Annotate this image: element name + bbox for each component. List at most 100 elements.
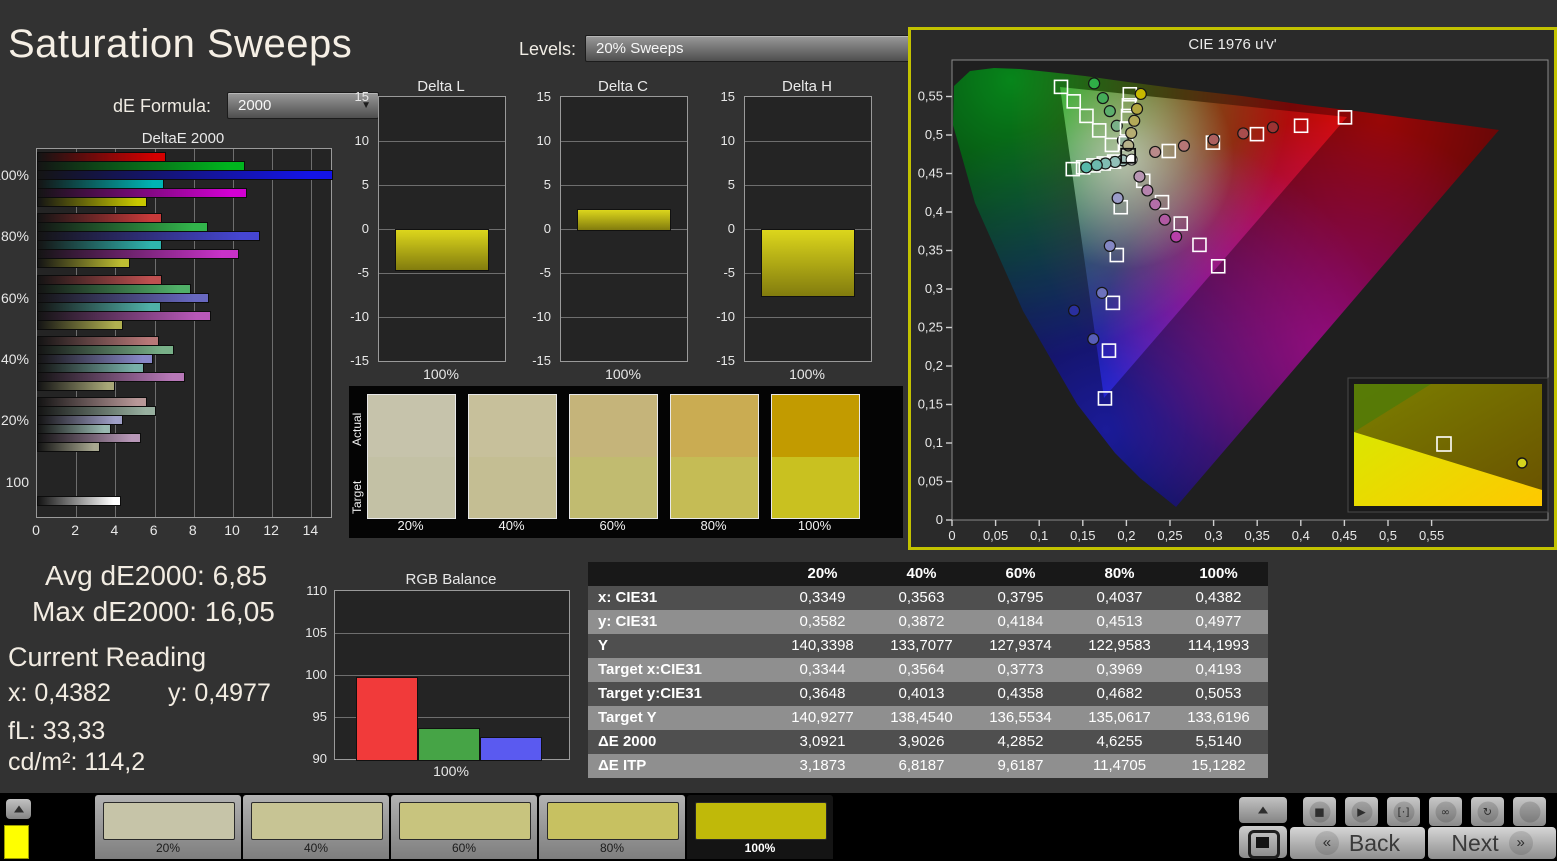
continuous-loop-icon: ∞	[1435, 801, 1456, 822]
rgb-balance-title: RGB Balance	[334, 571, 568, 588]
tile-swatch	[695, 802, 827, 840]
value-cell: 3,0921	[773, 730, 872, 754]
group-label: 60%	[1, 290, 29, 306]
page-title: Saturation Sweeps	[8, 22, 352, 67]
chevron-right-icon: »	[1509, 831, 1533, 855]
delta-bar	[761, 229, 855, 297]
actual-swatch	[671, 395, 758, 457]
x-tick-label: 4	[110, 522, 118, 538]
delta-l-chart: Delta L 151050-5-10-15 100%	[346, 78, 508, 380]
value-cell: 0,3648	[773, 682, 872, 706]
x-tick-label: 6	[150, 522, 158, 538]
y-tick-label: 95	[313, 709, 327, 724]
measurement-table: 20%40%60%80%100%x: CIE310,33490,35630,37…	[588, 562, 1268, 778]
triangle-up-icon	[1258, 807, 1268, 814]
refresh-button[interactable]: ↻	[1471, 797, 1504, 826]
table-row: Target Y140,9277138,4540136,5534135,0617…	[588, 706, 1268, 730]
gridline	[745, 185, 871, 186]
row-label-cell: ΔE ITP	[588, 754, 773, 778]
gridline	[561, 185, 687, 186]
gridline	[272, 149, 273, 517]
y-tick-label: -10	[350, 309, 369, 324]
svg-text:0,5: 0,5	[1379, 528, 1397, 543]
cie-diagram: 00,050,10,150,20,250,30,350,40,450,50,55…	[911, 30, 1554, 547]
stop-measure-button[interactable]	[1239, 826, 1287, 858]
y-tick-label: 15	[537, 89, 551, 104]
svg-text:0,35: 0,35	[1245, 528, 1270, 543]
target-swatch	[368, 457, 455, 519]
inset-measured-point	[1517, 458, 1527, 468]
y-tick-label: -5	[723, 265, 735, 280]
y-tick-label: -10	[532, 309, 551, 324]
value-cell: 0,4184	[971, 610, 1070, 634]
y-tick-label: -15	[716, 353, 735, 368]
de-formula-label: dE Formula:	[113, 96, 211, 117]
y-tick-label: 15	[721, 89, 735, 104]
tile-label: 100%	[687, 841, 833, 855]
level-tile-100%[interactable]: 100%	[687, 795, 833, 859]
y-tick-label: -10	[716, 309, 735, 324]
next-button[interactable]: Next »	[1428, 827, 1556, 859]
value-cell: 0,4682	[1070, 682, 1169, 706]
green-bar	[418, 728, 480, 761]
tile-label: 40%	[243, 841, 389, 855]
y-tick-label: 15	[355, 89, 369, 104]
value-cell: 4,6255	[1070, 730, 1169, 754]
row-label-cell: Target y:CIE31	[588, 682, 773, 706]
level-tile-40%[interactable]: 40%	[243, 795, 389, 859]
continuous-loop-button[interactable]: ∞	[1429, 797, 1462, 826]
table-row: ΔE ITP3,18736,81879,618711,470515,1282	[588, 754, 1268, 778]
svg-text:0,05: 0,05	[918, 474, 943, 489]
x-tick-label: 2	[71, 522, 79, 538]
value-cell: 140,3398	[773, 634, 872, 658]
row-label-cell: x: CIE31	[588, 586, 773, 610]
deltae2000-plot	[36, 148, 332, 518]
cie-1976-panel[interactable]: CIE 1976 u'v'	[908, 27, 1557, 550]
levels-dropdown[interactable]: 20% Sweeps ▼	[585, 35, 934, 62]
gridline	[379, 141, 505, 142]
actual-row-label: Actual	[350, 396, 364, 462]
current-color-chip	[4, 825, 29, 859]
value-cell: 0,5053	[1169, 682, 1268, 706]
row-label-cell: ΔE 2000	[588, 730, 773, 754]
svg-text:0,2: 0,2	[1117, 528, 1135, 543]
delta-c-plot	[560, 96, 688, 362]
delta-h-plot	[744, 96, 872, 362]
delta-c-x-label: 100%	[560, 366, 686, 382]
swatch-60%	[569, 394, 658, 519]
y-tick-label: 10	[355, 133, 369, 148]
de-bar	[37, 320, 123, 330]
cie-zoom-inset	[1348, 378, 1548, 512]
level-tile-60%[interactable]: 60%	[391, 795, 537, 859]
levels-label: Levels:	[519, 39, 576, 60]
value-cell: 133,6196	[1169, 706, 1268, 730]
triangle-up-icon	[14, 806, 24, 813]
row-label-cell: Target Y	[588, 706, 773, 730]
x-tick-label: 10	[224, 522, 240, 538]
value-cell: 9,6187	[971, 754, 1070, 778]
single-measure-button[interactable]: [·]	[1387, 797, 1420, 826]
play-button[interactable]: ▶	[1345, 797, 1378, 826]
value-cell: 0,3969	[1070, 658, 1169, 682]
single-measure-icon: [·]	[1393, 801, 1414, 822]
stop-button[interactable]: ■	[1303, 797, 1336, 826]
back-button[interactable]: « Back	[1290, 827, 1425, 859]
svg-text:0,55: 0,55	[1419, 528, 1444, 543]
gridline	[561, 141, 687, 142]
level-tile-20%[interactable]: 20%	[95, 795, 241, 859]
bottom-bar: 20%40%60%80%100% ■ ▶ [·] ∞ ↻ « Back Next »	[0, 793, 1557, 861]
y-tick-label: -15	[350, 353, 369, 368]
record-icon	[1519, 801, 1540, 822]
svg-text:0,1: 0,1	[925, 435, 943, 450]
record-button[interactable]	[1513, 797, 1546, 826]
collapse-panel-button[interactable]	[1239, 797, 1287, 823]
gridline	[155, 149, 156, 517]
de-bar	[37, 258, 130, 268]
level-tile-80%[interactable]: 80%	[539, 795, 685, 859]
expand-up-button[interactable]	[6, 799, 31, 819]
value-cell: 4,2852	[971, 730, 1070, 754]
svg-text:0,05: 0,05	[983, 528, 1008, 543]
table-row: y: CIE310,35820,38720,41840,45130,4977	[588, 610, 1268, 634]
value-cell: 3,9026	[872, 730, 971, 754]
value-cell: 0,3795	[971, 586, 1070, 610]
